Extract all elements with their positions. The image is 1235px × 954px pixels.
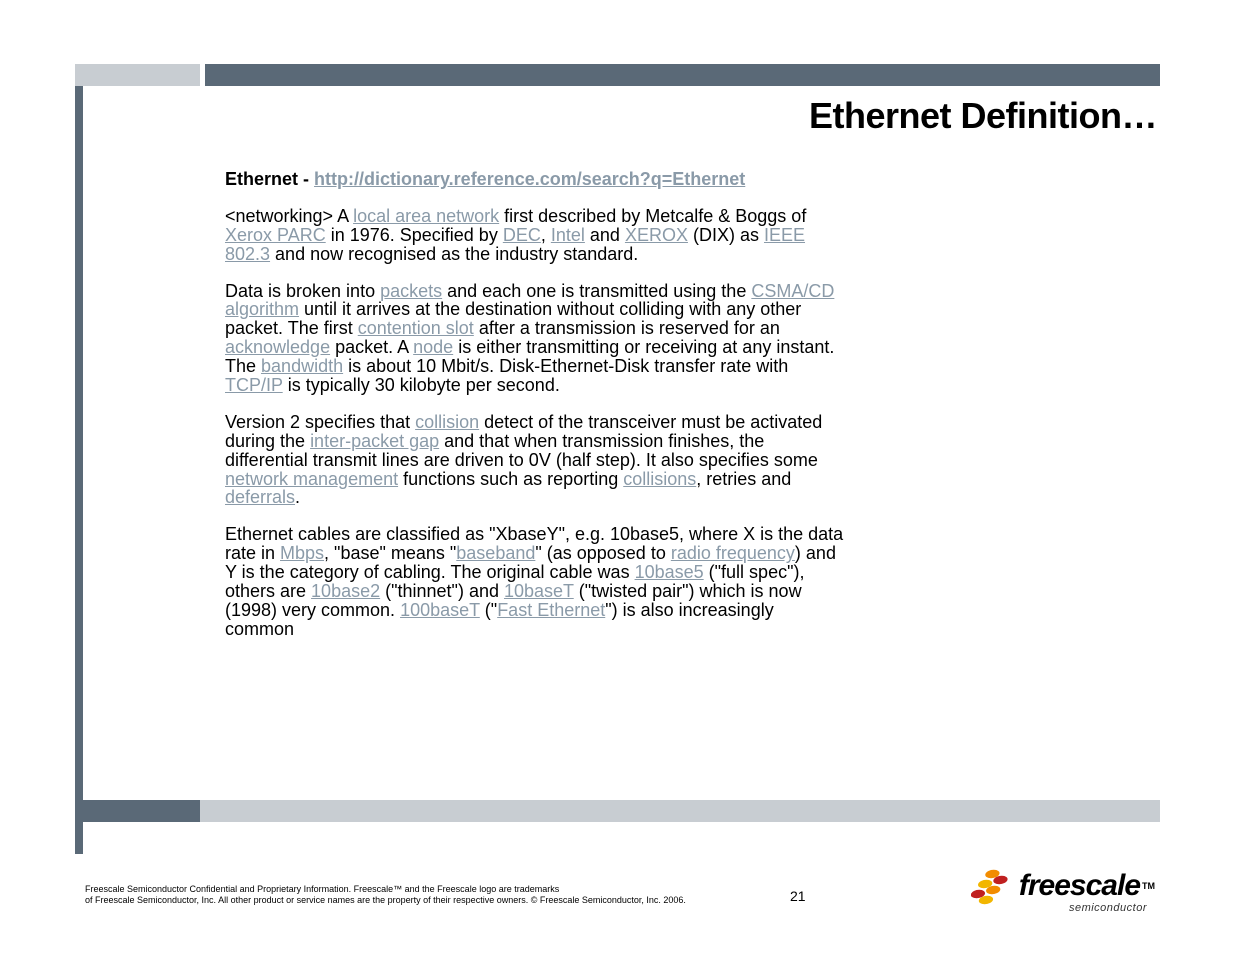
link-collisions[interactable]: collisions — [623, 469, 696, 489]
footer-copyright: Freescale Semiconductor Confidential and… — [85, 884, 725, 907]
link-100baset[interactable]: 100baseT — [400, 600, 480, 620]
paragraph-2: Data is broken into packets and each one… — [225, 282, 845, 395]
bottom-accent-bar — [0, 800, 1235, 830]
heading-line: Ethernet - http://dictionary.reference.c… — [225, 170, 845, 189]
link-baseband[interactable]: baseband — [456, 543, 535, 563]
link-network-management[interactable]: network management — [225, 469, 398, 489]
top-bar-dark — [205, 64, 1160, 86]
logo-wordmark: freescale — [1019, 869, 1140, 903]
footnote-line-1: Freescale Semiconductor Confidential and… — [85, 884, 559, 894]
link-xerox-parc[interactable]: Xerox PARC — [225, 225, 326, 245]
link-10base5[interactable]: 10base5 — [635, 562, 704, 582]
freescale-logo-icon — [971, 866, 1015, 906]
vertical-accent-strip — [75, 86, 83, 854]
link-deferrals[interactable]: deferrals — [225, 487, 295, 507]
paragraph-3: Version 2 specifies that collision detec… — [225, 413, 845, 507]
paragraph-4: Ethernet cables are classified as "Xbase… — [225, 525, 845, 638]
link-fast-ethernet[interactable]: Fast Ethernet — [497, 600, 605, 620]
link-acknowledge[interactable]: acknowledge — [225, 337, 330, 357]
paragraph-1: <networking> A local area network first … — [225, 207, 845, 264]
link-packets[interactable]: packets — [380, 281, 442, 301]
footnote-line-2: of Freescale Semiconductor, Inc. All oth… — [85, 895, 686, 905]
heading-url-link[interactable]: http://dictionary.reference.com/search?q… — [314, 169, 745, 189]
page-title: Ethernet Definition… — [809, 95, 1157, 137]
link-algorithm[interactable]: algorithm — [225, 299, 299, 319]
link-xerox[interactable]: XEROX — [625, 225, 688, 245]
content-body: Ethernet - http://dictionary.reference.c… — [225, 170, 845, 657]
heading-prefix: Ethernet - — [225, 169, 314, 189]
link-local-area-network[interactable]: local area network — [353, 206, 499, 226]
bottom-bar-dark — [75, 800, 200, 822]
link-dec[interactable]: DEC — [503, 225, 541, 245]
link-inter-packet-gap[interactable]: inter-packet gap — [310, 431, 439, 451]
link-intel[interactable]: Intel — [551, 225, 585, 245]
link-mbps[interactable]: Mbps — [280, 543, 324, 563]
bottom-bar-light — [200, 800, 1160, 822]
top-accent-bar — [0, 62, 1235, 88]
link-bandwidth[interactable]: bandwidth — [261, 356, 343, 376]
link-collision[interactable]: collision — [415, 412, 479, 432]
freescale-logo: freescale TM semiconductor — [971, 866, 1155, 914]
link-csma-cd[interactable]: CSMA/CD — [751, 281, 834, 301]
link-radio-frequency[interactable]: radio frequency — [671, 543, 795, 563]
top-bar-light — [75, 64, 200, 86]
logo-trademark: TM — [1142, 881, 1155, 891]
link-contention-slot[interactable]: contention slot — [358, 318, 474, 338]
link-node[interactable]: node — [413, 337, 453, 357]
link-tcp-ip[interactable]: TCP/IP — [225, 375, 283, 395]
link-10baset[interactable]: 10baseT — [504, 581, 574, 601]
link-10base2[interactable]: 10base2 — [311, 581, 380, 601]
page-number: 21 — [790, 888, 806, 904]
